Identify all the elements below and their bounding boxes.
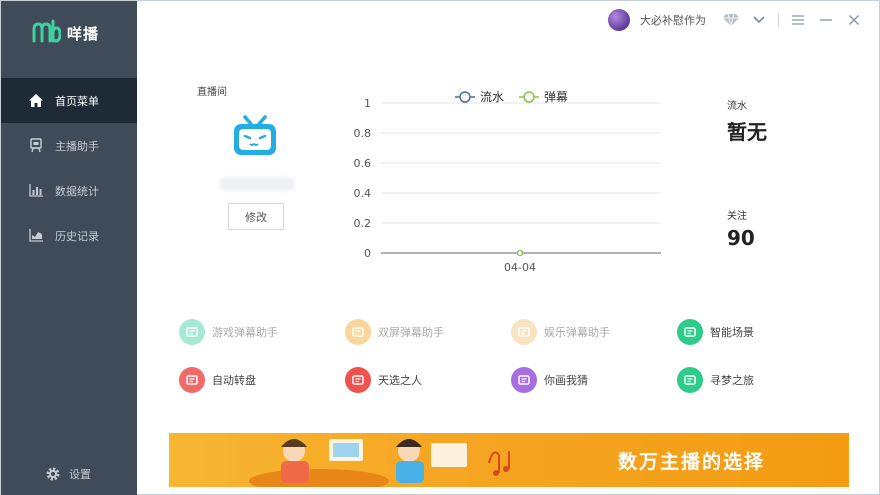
- minimize-icon[interactable]: [817, 11, 835, 29]
- chart-svg: 1 0.8 0.6 0.4 0.2 0 04-04 流水 弹幕: [354, 90, 661, 274]
- x-tick-label: 04-04: [504, 261, 536, 274]
- assistant-icon: [27, 138, 45, 154]
- tool-label: 游戏弹幕助手: [212, 326, 278, 339]
- close-icon[interactable]: [845, 11, 863, 29]
- sidebar-item-history[interactable]: 历史记录: [1, 213, 137, 258]
- streamer-name-blurred: [219, 177, 295, 191]
- tool-item[interactable]: 游戏弹幕助手: [179, 319, 345, 345]
- tools-grid: 游戏弹幕助手 双屏弹幕助手 娱乐弹幕助手 智能场景自动转盘 天选之人 你画我猜 寻梦之旅: [179, 319, 799, 393]
- sidebar-item-home[interactable]: 首页菜单: [1, 78, 137, 123]
- tool-item[interactable]: 智能场景: [677, 319, 843, 345]
- tool-item[interactable]: 双屏弹幕助手: [345, 319, 511, 345]
- smart-scene-icon: [677, 319, 703, 345]
- username[interactable]: 大必补慰作为: [640, 12, 706, 28]
- app-window: 咩播 首页菜单 主播助手 数据统计 历史记录 设置 大必补慰作为 直播间 修改 …: [0, 0, 880, 495]
- app-name: 咩播: [67, 24, 100, 43]
- sidebar-item-label: 首页菜单: [55, 94, 99, 108]
- edit-button[interactable]: 修改: [228, 203, 284, 230]
- gear-icon: [46, 467, 60, 481]
- stats-chart: 1 0.8 0.6 0.4 0.2 0 04-04 流水 弹幕: [337, 79, 677, 279]
- sidebar-item-stats[interactable]: 数据统计: [1, 168, 137, 213]
- follow-value: 90: [727, 226, 755, 250]
- dream-trip-icon: [677, 367, 703, 393]
- sidebar-item-assistant[interactable]: 主播助手: [1, 123, 137, 168]
- title-bar: 大必补慰作为: [137, 1, 879, 39]
- avatar[interactable]: [608, 9, 630, 31]
- flow-label: 流水: [727, 101, 747, 112]
- sidebar-item-label: 主播助手: [55, 139, 99, 153]
- settings-label: 设置: [69, 468, 91, 481]
- sidebar-nav: 首页菜单 主播助手 数据统计 历史记录: [1, 78, 137, 258]
- wheel-icon: [179, 367, 205, 393]
- bilibili-tv-icon: [234, 115, 276, 155]
- menu-icon[interactable]: [789, 11, 807, 29]
- tool-item[interactable]: 寻梦之旅: [677, 367, 843, 393]
- settings-button[interactable]: 设置: [45, 466, 91, 482]
- y-tick-label: 0.4: [354, 187, 372, 200]
- bar-chart-icon: [27, 183, 45, 199]
- legend-marker: [523, 91, 535, 103]
- follow-stat: 关注 90: [727, 207, 755, 250]
- promo-banner[interactable]: 数万主播的选择: [169, 433, 849, 487]
- draw-guess-icon: [511, 367, 537, 393]
- tool-label: 你画我猜: [544, 374, 588, 387]
- y-tick-label: 0.2: [354, 217, 372, 230]
- y-tick-label: 1: [364, 97, 371, 110]
- main-content: 直播间 修改 1 0.8 0.6 0.4 0.2 0 04-04 流水 弹幕 流水 暂无 关注 …: [137, 39, 879, 494]
- app-logo: 咩播: [31, 19, 99, 47]
- tool-item[interactable]: 天选之人: [345, 367, 511, 393]
- line-chart-icon: [27, 228, 45, 244]
- game-danmaku-icon: [179, 319, 205, 345]
- flow-value: 暂无: [727, 120, 767, 144]
- chosen-icon: [345, 367, 371, 393]
- legend-label: 流水: [480, 90, 504, 104]
- entertainment-icon: [511, 319, 537, 345]
- banner-text: 数万主播的选择: [617, 451, 765, 473]
- sidebar-item-label: 历史记录: [55, 229, 99, 243]
- divider: [778, 13, 779, 27]
- tool-item[interactable]: 自动转盘: [179, 367, 345, 393]
- tool-label: 双屏弹幕助手: [378, 326, 444, 339]
- tool-item[interactable]: 你画我猜: [511, 367, 677, 393]
- logo-icon: [32, 19, 61, 43]
- tool-label: 娱乐弹幕助手: [544, 326, 610, 339]
- tool-label: 天选之人: [378, 374, 422, 387]
- tool-item[interactable]: 娱乐弹幕助手: [511, 319, 677, 345]
- room-label: 直播间: [197, 87, 227, 98]
- home-icon: [27, 93, 45, 109]
- chevron-down-icon[interactable]: [750, 11, 768, 29]
- flow-stat: 流水 暂无: [727, 97, 767, 145]
- sidebar: 咩播 首页菜单 主播助手 数据统计 历史记录 设置: [1, 1, 137, 495]
- y-tick-label: 0.6: [354, 157, 372, 170]
- legend-label: 弹幕: [544, 90, 568, 104]
- tool-label: 寻梦之旅: [710, 374, 754, 387]
- y-tick-label: 0.8: [354, 127, 372, 140]
- dual-screen-icon: [345, 319, 371, 345]
- sidebar-item-label: 数据统计: [55, 184, 99, 198]
- tool-label: 智能场景: [710, 326, 754, 339]
- y-tick-label: 0: [364, 247, 371, 260]
- diamond-icon[interactable]: [722, 11, 740, 29]
- data-point: [516, 249, 524, 257]
- follow-label: 关注: [727, 211, 747, 222]
- tool-label: 自动转盘: [212, 374, 256, 387]
- legend-marker: [459, 91, 471, 103]
